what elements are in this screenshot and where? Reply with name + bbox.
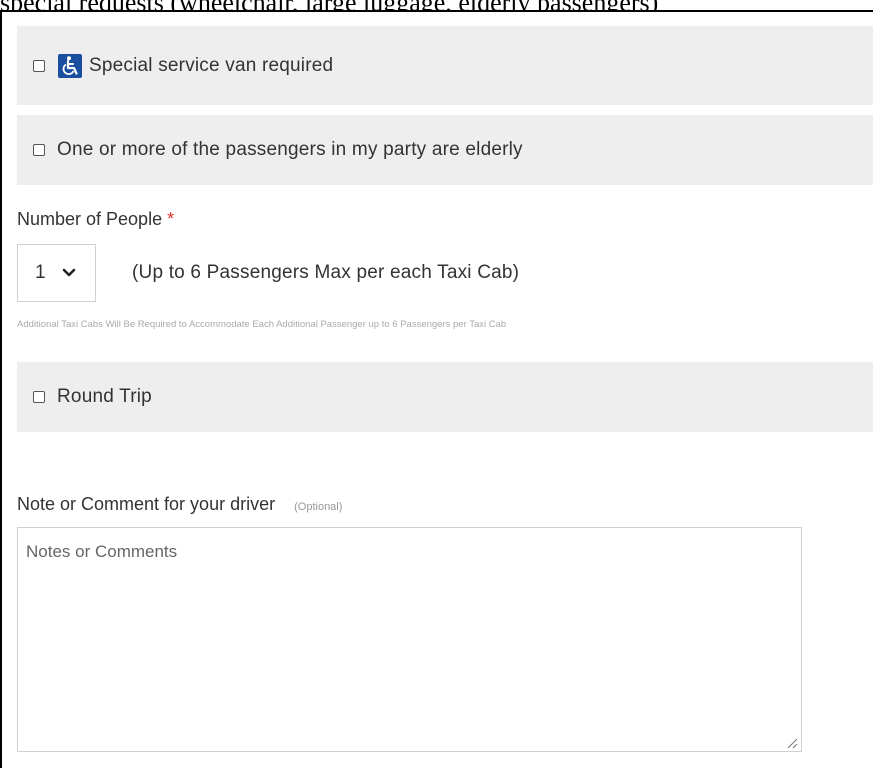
number-of-people-label: Number of People * [17, 209, 174, 230]
round-trip-option[interactable]: Round Trip [17, 362, 873, 432]
additional-cabs-note: Additional Taxi Cabs Will Be Required to… [17, 319, 507, 330]
optional-tag: (Optional) [294, 501, 343, 513]
form-frame: Special service van required One or more… [0, 10, 873, 768]
people-count-select[interactable]: 1 [17, 244, 96, 302]
driver-notes-textarea[interactable] [17, 527, 802, 752]
passenger-max-note: (Up to 6 Passengers Max per each Taxi Ca… [132, 262, 520, 283]
round-trip-label: Round Trip [57, 386, 152, 407]
round-trip-checkbox[interactable] [33, 391, 45, 403]
special-van-checkbox[interactable] [33, 59, 45, 72]
wheelchair-icon [58, 53, 82, 78]
chevron-down-icon [62, 268, 75, 277]
elderly-option[interactable]: One or more of the passengers in my part… [17, 115, 873, 185]
special-van-option[interactable]: Special service van required [17, 26, 873, 105]
resize-grip-icon[interactable] [784, 737, 798, 749]
elderly-label: One or more of the passengers in my part… [57, 139, 523, 160]
people-count-value: 1 [35, 262, 46, 283]
driver-note-label: Note or Comment for your driver (Optiona… [17, 494, 342, 515]
people-label-text: Number of People [17, 209, 163, 229]
driver-note-label-text: Note or Comment for your driver [17, 494, 276, 514]
special-van-label: Special service van required [89, 54, 334, 76]
elderly-checkbox[interactable] [33, 144, 45, 156]
required-asterisk: * [167, 209, 175, 229]
